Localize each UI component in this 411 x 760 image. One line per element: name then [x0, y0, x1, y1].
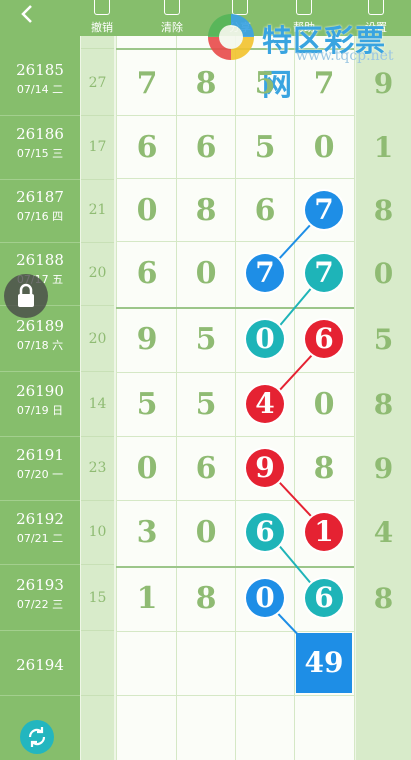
issue-number: 26188	[16, 251, 64, 269]
digit-cell[interactable]: 5	[177, 308, 235, 371]
issue-cell: 26190 07/19 日	[0, 373, 80, 437]
issue-cell: 26194	[0, 632, 80, 696]
last-digit-cell: 9	[373, 67, 394, 100]
issue-number: 26186	[16, 125, 64, 143]
issue-number: 26190	[16, 382, 64, 400]
highlight-ball[interactable]: 6	[305, 579, 343, 617]
digit-cell[interactable]: 5	[177, 373, 235, 436]
sum-cell: 20	[81, 242, 114, 306]
highlight-ball[interactable]: 7	[246, 254, 284, 292]
issue-cell: 26192 07/21 二	[0, 501, 80, 565]
last-digit-cell: 8	[373, 582, 394, 615]
issue-date: 07/21 二	[16, 532, 64, 545]
digit-cell[interactable]: 6	[177, 116, 235, 179]
digit-cell[interactable]: 0	[118, 179, 176, 242]
last-digit-cell: 4	[373, 516, 394, 549]
digit-cell[interactable]: 0	[295, 373, 353, 436]
digit-cell[interactable]: 0	[177, 501, 235, 564]
issue-number: 26192	[16, 510, 64, 528]
digit-cell[interactable]: 0	[295, 116, 353, 179]
issue-date: 07/15 三	[16, 147, 64, 160]
digit-cell[interactable]: 7	[118, 52, 176, 115]
sum-cell: 21	[81, 179, 114, 243]
issue-number: 26193	[16, 576, 64, 594]
sum-cell: 14	[81, 373, 114, 437]
issue-number: 26194	[16, 656, 64, 674]
digit-cell[interactable]: 8	[177, 567, 235, 630]
last-digit-cell: 5	[373, 323, 394, 356]
digit-cell[interactable]: 6	[118, 242, 176, 305]
sum-cell: 10	[81, 501, 114, 565]
sum-cell: 20	[81, 308, 114, 372]
digit-cell[interactable]: 8	[177, 179, 235, 242]
digit-cell[interactable]: 6	[177, 437, 235, 500]
last-digit-cell: 9	[373, 452, 394, 485]
digit-cell[interactable]: 0	[177, 242, 235, 305]
highlight-ball[interactable]: 0	[246, 579, 284, 617]
lock-button[interactable]	[4, 274, 48, 318]
last-digit-cell: 8	[373, 194, 394, 227]
issue-date: 07/19 日	[16, 404, 64, 417]
issue-number: 26185	[16, 61, 64, 79]
highlight-ball[interactable]: 7	[305, 254, 343, 292]
sum-cell	[81, 632, 114, 696]
issue-number: 26187	[16, 188, 64, 206]
digit-cell[interactable]	[177, 632, 235, 695]
digit-cell[interactable]	[236, 632, 294, 695]
highlight-ball[interactable]: 6	[246, 513, 284, 551]
digit-cell[interactable]: 3	[118, 501, 176, 564]
highlight-ball[interactable]: 9	[246, 449, 284, 487]
issue-cell: 26193 07/22 三	[0, 567, 80, 631]
refresh-button[interactable]	[20, 720, 54, 754]
highlight-ball[interactable]: 1	[305, 513, 343, 551]
digit-cell[interactable]: 1	[118, 567, 176, 630]
digit-cell[interactable]: 5	[236, 116, 294, 179]
sum-cell: 23	[81, 437, 114, 501]
digit-cell[interactable]: 0	[118, 437, 176, 500]
issue-cell: 26191 07/20 一	[0, 437, 80, 501]
digit-cell[interactable]: 5	[118, 373, 176, 436]
issue-date: 07/18 六	[16, 339, 64, 352]
highlight-ball[interactable]: 6	[305, 320, 343, 358]
digit-cell[interactable]: 8	[295, 437, 353, 500]
refresh-icon	[28, 727, 46, 747]
issue-date: 07/22 三	[16, 598, 64, 611]
digit-cell[interactable]: 8	[177, 52, 235, 115]
sum-cell: 17	[81, 116, 114, 180]
digit-cell[interactable]: 7	[295, 52, 353, 115]
issue-cell: 26187 07/16 四	[0, 179, 80, 243]
sum-cell: 15	[81, 567, 114, 631]
highlight-ball[interactable]: 4	[246, 385, 284, 423]
last-digit-cell	[356, 632, 411, 695]
digit-cell[interactable]	[118, 632, 176, 695]
digit-cell[interactable]: 5	[236, 52, 294, 115]
highlight-ball[interactable]: 7	[305, 191, 343, 229]
issue-date: 07/14 二	[16, 83, 64, 96]
highlight-ball[interactable]: 0	[246, 320, 284, 358]
issue-number: 26189	[16, 317, 64, 335]
issue-cell: 26186 07/15 三	[0, 116, 80, 180]
prediction-cell[interactable]: 49	[296, 633, 352, 693]
digit-cell[interactable]: 9	[118, 308, 176, 371]
issue-date: 07/16 四	[16, 210, 64, 223]
last-digit-cell: 0	[373, 257, 394, 290]
sum-cell: 27	[81, 52, 114, 116]
issue-number: 26191	[16, 446, 64, 464]
last-digit-cell: 8	[373, 388, 394, 421]
issue-cell: 26185 07/14 二	[0, 52, 80, 116]
digit-cell[interactable]: 6	[118, 116, 176, 179]
lock-icon	[18, 283, 34, 307]
digit-cell[interactable]: 6	[236, 179, 294, 242]
issue-date: 07/20 一	[16, 468, 64, 481]
last-digit-cell: 1	[373, 131, 394, 164]
